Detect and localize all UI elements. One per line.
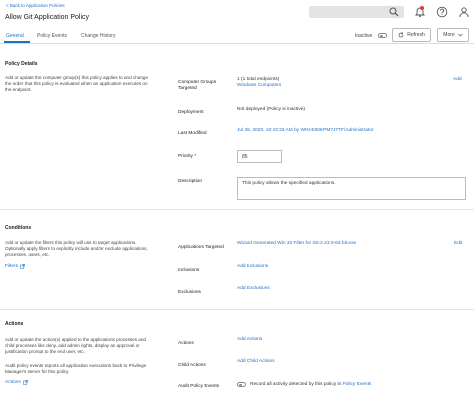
exclusions-label: Exclusions bbox=[178, 290, 201, 295]
policy-details-description: Add or update the computer group(s) this… bbox=[5, 75, 149, 93]
audit-toggle[interactable] bbox=[237, 382, 246, 387]
actions-link-label: Actions bbox=[5, 380, 21, 385]
deployment-value: Not deployed (Policy is inactive) bbox=[237, 107, 305, 112]
refresh-button[interactable]: Refresh bbox=[392, 28, 431, 42]
last-modified-value[interactable]: Jul 28, 2020, 10:43:33 AM by WIN-E60KPM7… bbox=[237, 128, 374, 134]
audit-text: Record all activity detected by this pol… bbox=[250, 382, 371, 387]
applications-targeted-label: Applications Targeted bbox=[178, 245, 224, 250]
inactive-label: Inactive bbox=[355, 33, 373, 39]
add-child-actions-link[interactable]: Add Child Actions bbox=[237, 359, 275, 365]
actions-title: Actions bbox=[5, 321, 24, 327]
filters-link[interactable]: Filters bbox=[5, 264, 25, 269]
add-inclusions-link[interactable]: Add Inclusions bbox=[237, 264, 268, 270]
add-computer-group-link[interactable]: Add bbox=[453, 77, 462, 82]
back-link[interactable]: < Back to Application Policies bbox=[6, 3, 65, 8]
deployment-label: Deployment bbox=[178, 110, 204, 115]
computer-groups-link[interactable]: Windows Computers bbox=[237, 83, 281, 89]
edit-applications-link[interactable]: Edit bbox=[454, 241, 462, 246]
tab-policy-events[interactable]: Policy Events bbox=[37, 33, 67, 39]
last-modified-label: Last Modified bbox=[178, 131, 207, 136]
actions-description: Add or update the action(s) applied to t… bbox=[5, 337, 146, 355]
more-label: More bbox=[443, 32, 455, 38]
external-link-icon bbox=[20, 264, 25, 269]
section-divider bbox=[0, 209, 474, 210]
actions-label: Actions bbox=[178, 341, 194, 346]
external-link-icon bbox=[22, 380, 28, 385]
chevron-down-icon bbox=[457, 33, 463, 37]
policy-events-link[interactable]: Policy Events bbox=[343, 382, 372, 387]
inclusions-label: Inclusions bbox=[178, 268, 200, 273]
actions-link[interactable]: Actions bbox=[5, 380, 28, 385]
priority-label: Priority * bbox=[178, 154, 197, 159]
tab-general[interactable]: General bbox=[6, 33, 24, 39]
applications-targeted-link[interactable]: Wizard Generated Win 32 Filter for Git-2… bbox=[237, 241, 356, 247]
more-button[interactable]: More bbox=[437, 28, 469, 42]
description-input[interactable]: This policy allows the specified applica… bbox=[237, 177, 466, 200]
policy-details-title: Policy Details bbox=[5, 61, 38, 67]
filters-link-label: Filters bbox=[5, 264, 19, 269]
conditions-title: Conditions bbox=[5, 225, 32, 231]
audit-policy-events-label: Audit Policy Events bbox=[178, 384, 220, 389]
conditions-description: Add or update the filters this policy wi… bbox=[5, 240, 148, 258]
section-divider bbox=[0, 309, 474, 310]
priority-input[interactable]: 85 bbox=[237, 150, 282, 163]
refresh-label: Refresh bbox=[407, 32, 425, 38]
child-actions-label: Child Actions bbox=[178, 363, 206, 368]
computer-groups-label: Computer Groups Targeted bbox=[178, 80, 217, 91]
inactive-toggle[interactable] bbox=[378, 33, 387, 38]
add-exclusions-link[interactable]: Add Exclusions bbox=[237, 286, 270, 292]
tab-divider bbox=[0, 43, 474, 44]
user-icon[interactable] bbox=[458, 6, 470, 18]
tab-change-history[interactable]: Change History bbox=[81, 33, 115, 39]
notification-badge bbox=[420, 6, 424, 10]
audit-description: Audit policy events reports all applicat… bbox=[5, 363, 147, 375]
page-title: Allow Git Application Policy bbox=[5, 14, 90, 21]
description-label: Description bbox=[178, 179, 202, 184]
add-actions-link[interactable]: Add Actions bbox=[237, 337, 262, 343]
refresh-icon bbox=[398, 32, 404, 38]
search-icon[interactable] bbox=[389, 7, 399, 17]
audit-text-label: Record all activity detected by this pol… bbox=[250, 382, 342, 387]
help-icon[interactable] bbox=[436, 6, 448, 18]
